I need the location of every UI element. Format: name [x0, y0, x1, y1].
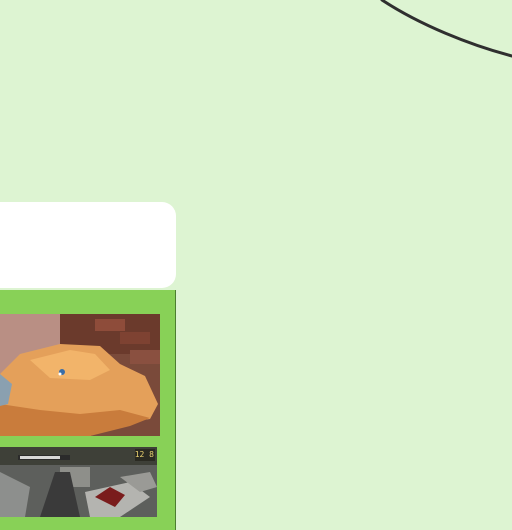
desert-scene-image	[0, 314, 160, 436]
hud-counter: 12 8	[134, 450, 154, 459]
thumbnail-game-action[interactable]: 12 8	[0, 447, 157, 517]
blank-card	[0, 202, 176, 288]
thumbnail-game-desert[interactable]	[0, 314, 160, 436]
action-scene-image	[0, 447, 157, 517]
